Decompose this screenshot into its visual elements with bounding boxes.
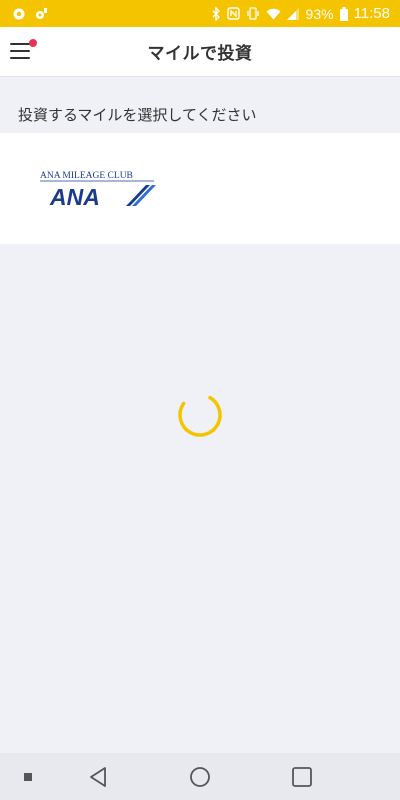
navigation-bar [0, 753, 400, 800]
loading-spinner [178, 393, 222, 437]
clock: 11:58 [353, 5, 390, 22]
battery-icon [339, 6, 348, 21]
ana-mileage-club-logo: ANA MILEAGE CLUB ANA [40, 171, 156, 209]
battery-percent: 93% [305, 5, 334, 22]
home-icon[interactable] [188, 765, 212, 789]
menu-bar [10, 57, 30, 59]
sim-icon [35, 7, 49, 21]
logo-caption: ANA MILEAGE CLUB [40, 171, 133, 181]
logo-wordmark: ANA [49, 184, 100, 209]
vibrate-icon [246, 7, 260, 20]
status-bar: 93% 11:58 [0, 0, 400, 27]
menu-bar [10, 43, 30, 45]
bluetooth-icon [211, 6, 221, 21]
ana-mileage-club-option[interactable]: ANA MILEAGE CLUB ANA [0, 133, 400, 244]
settings-icon [12, 7, 26, 21]
signal-icon [286, 7, 300, 20]
hamburger-menu-icon[interactable] [10, 39, 37, 62]
menu-bar [10, 50, 30, 52]
page-title: マイルで投資 [147, 44, 253, 64]
recents-dot-icon[interactable] [22, 771, 34, 783]
nfc-icon [226, 7, 240, 20]
notification-dot [29, 39, 37, 47]
status-left-icons [12, 7, 49, 21]
wifi-icon [266, 8, 281, 20]
overview-icon[interactable] [290, 765, 314, 789]
status-right-icons: 93% 11:58 [211, 5, 390, 22]
back-icon[interactable] [86, 765, 110, 789]
section-label: 投資するマイルを選択してください [18, 106, 257, 124]
app-header: マイルで投資 [0, 27, 400, 77]
